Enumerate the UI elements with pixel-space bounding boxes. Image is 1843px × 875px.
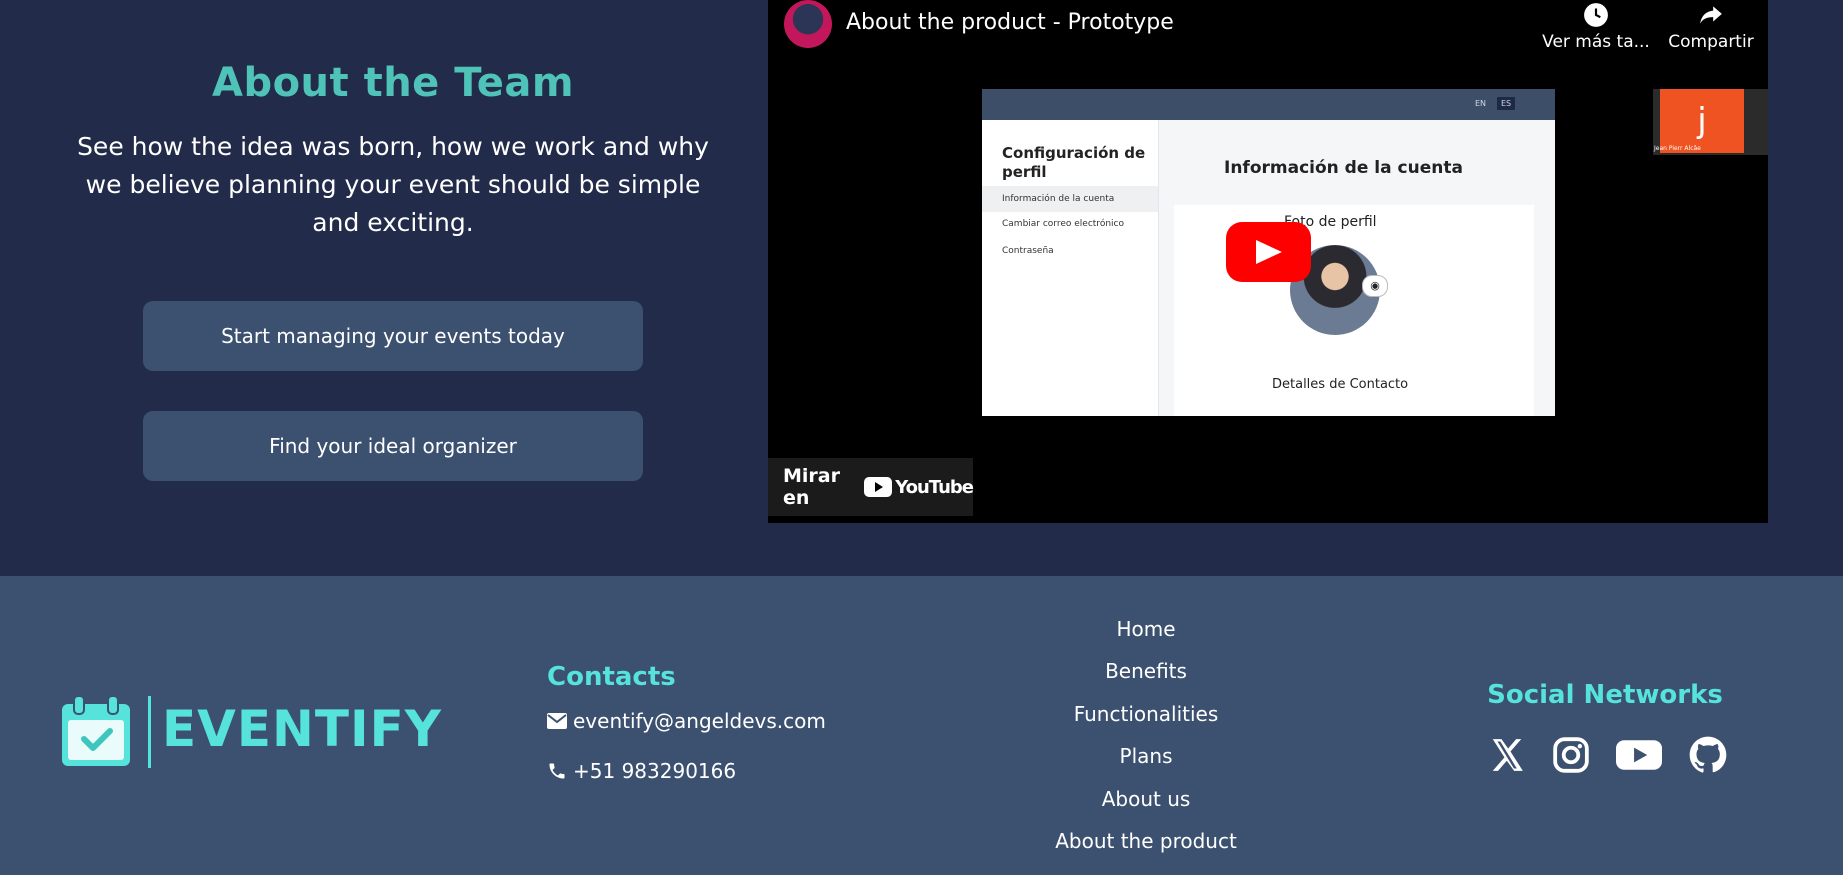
share-label: Compartir xyxy=(1668,32,1754,52)
thumbnail-sidebar-item: Contraseña xyxy=(1002,246,1054,256)
calendar-check-icon xyxy=(62,695,130,766)
email-text: eventify@angeldevs.com xyxy=(573,709,826,733)
thumbnail-sidebar-title: Configuración de perfil xyxy=(1002,144,1146,181)
share-arrow-icon xyxy=(1700,6,1722,24)
thumbnail-sidebar-item: Información de la cuenta xyxy=(982,186,1158,212)
about-title: About the Team xyxy=(211,60,575,106)
x-icon[interactable] xyxy=(1488,736,1526,774)
lang-es: ES xyxy=(1497,97,1516,110)
about-description: See how the idea was born, how we work a… xyxy=(77,132,709,237)
nav-link-about-product[interactable]: About the product xyxy=(1000,820,1292,862)
email-contact[interactable]: eventify@angeldevs.com xyxy=(547,709,826,733)
webcam-avatar: j xyxy=(1660,89,1744,153)
play-icon xyxy=(1256,240,1282,264)
social-icons xyxy=(1488,735,1728,775)
thumbnail-sidebar: Configuración de perfil Información de l… xyxy=(982,120,1159,416)
clock-icon xyxy=(1584,3,1608,27)
video-title[interactable]: About the product - Prototype xyxy=(846,10,1174,35)
nav-link-about-us[interactable]: About us xyxy=(1000,778,1292,820)
watch-later-label: Ver más ta... xyxy=(1542,32,1650,52)
play-button[interactable] xyxy=(1226,222,1311,282)
footer-nav: Home Benefits Functionalities Plans Abou… xyxy=(1000,608,1292,862)
about-section: About the Team See how the idea was born… xyxy=(0,0,1843,576)
contact-details-label: Detalles de Contacto xyxy=(1272,377,1409,392)
envelope-icon xyxy=(547,713,567,729)
start-managing-button[interactable]: Start managing your events today xyxy=(143,301,643,371)
nav-link-benefits[interactable]: Benefits xyxy=(1000,650,1292,692)
youtube-logo-icon: YouTube xyxy=(864,476,974,498)
camera-icon: ◉ xyxy=(1362,275,1388,297)
nav-link-plans[interactable]: Plans xyxy=(1000,735,1292,777)
logo-divider xyxy=(148,696,151,768)
webcam-name: Jean Pierr Alcâe xyxy=(1654,145,1701,152)
channel-avatar[interactable] xyxy=(784,0,832,48)
nav-link-home[interactable]: Home xyxy=(1000,608,1292,650)
watch-on-label: Mirar en xyxy=(783,465,840,509)
social-networks-title: Social Networks xyxy=(1487,680,1723,710)
instagram-icon[interactable] xyxy=(1552,736,1590,774)
watch-later-button[interactable]: Ver más ta... xyxy=(1536,2,1656,52)
thumbnail-sidebar-item: Cambiar correo electrónico xyxy=(1002,219,1124,229)
phone-contact[interactable]: +51 983290166 xyxy=(547,759,736,783)
contacts-title: Contacts xyxy=(547,662,676,692)
about-text-block: About the Team See how the idea was born… xyxy=(60,60,726,242)
github-icon[interactable] xyxy=(1688,735,1728,775)
find-organizer-button[interactable]: Find your ideal organizer xyxy=(143,411,643,481)
webcam-overlay: j Jean Pierr Alcâe xyxy=(1653,89,1768,155)
lang-en: EN xyxy=(1475,99,1487,108)
logo-wordmark: EVENTIFY xyxy=(162,700,442,758)
nav-link-functionalities[interactable]: Functionalities xyxy=(1000,693,1292,735)
share-button[interactable]: Compartir xyxy=(1656,2,1766,52)
youtube-icon[interactable] xyxy=(1616,736,1662,774)
youtube-embed[interactable]: About the product - Prototype Ver más ta… xyxy=(768,0,1768,523)
youtube-wordmark: YouTube xyxy=(895,476,974,498)
phone-text: +51 983290166 xyxy=(573,759,737,783)
thumbnail-heading: Información de la cuenta xyxy=(1224,158,1463,178)
thumbnail-topbar: EN ES xyxy=(982,89,1555,120)
footer: EVENTIFY Contacts eventify@angeldevs.com… xyxy=(0,576,1843,875)
phone-icon xyxy=(549,763,565,779)
watch-on-youtube-button[interactable]: Mirar en YouTube xyxy=(768,458,974,516)
